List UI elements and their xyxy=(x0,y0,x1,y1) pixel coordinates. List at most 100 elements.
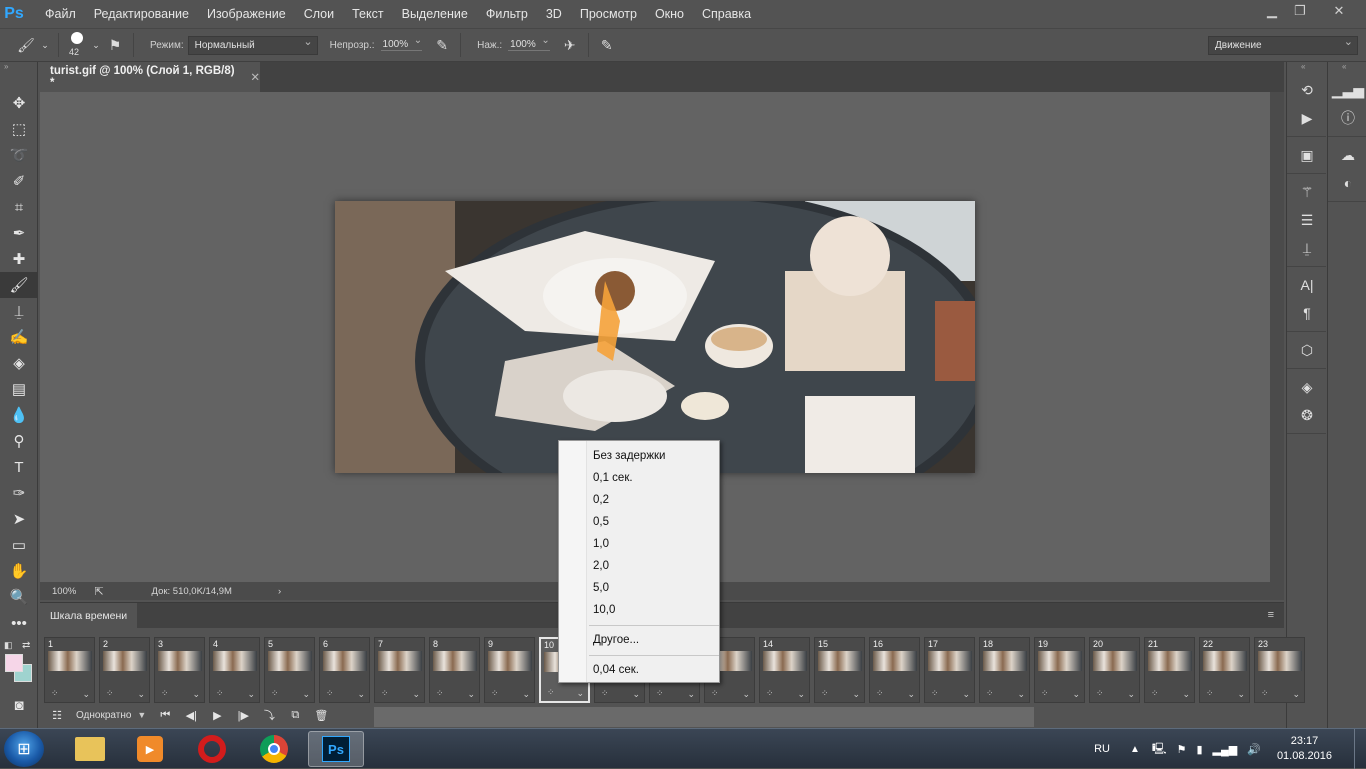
frame-delay-icon[interactable]: ⁘ xyxy=(381,688,389,699)
brush-presets-icon[interactable]: ⚚ xyxy=(1287,178,1327,206)
type-tool-icon[interactable]: T xyxy=(0,454,38,480)
channels-icon[interactable]: ❂ xyxy=(1287,401,1327,429)
chevron-down-icon[interactable]: ⌄ xyxy=(632,689,640,700)
timeline-frame[interactable]: 19 ⁘ ⌄ xyxy=(1034,637,1085,703)
signal-icon[interactable]: ▂▄▆ xyxy=(1213,743,1238,756)
show-desktop-button[interactable] xyxy=(1354,729,1366,769)
timeline-frame[interactable]: 20 ⁘ ⌄ xyxy=(1089,637,1140,703)
start-button[interactable]: ⊞ xyxy=(4,731,44,767)
frame-delay-icon[interactable]: ⁘ xyxy=(1151,688,1159,699)
chevron-down-icon[interactable]: ⌄ xyxy=(852,689,860,700)
size-pressure-icon[interactable]: ✎ xyxy=(595,33,619,57)
clone-source-icon[interactable]: ⍊ xyxy=(1287,234,1327,262)
frame-delay-icon[interactable]: ⁘ xyxy=(1261,688,1269,699)
color-swatches[interactable]: ◧ ⇄ xyxy=(0,636,37,692)
frame-delay-icon[interactable]: ⁘ xyxy=(986,688,994,699)
volume-icon[interactable]: 🔊 xyxy=(1247,743,1261,756)
timeline-frame[interactable]: 5 ⁘ ⌄ xyxy=(264,637,315,703)
convert-timeline-icon[interactable]: ☷ xyxy=(44,704,70,726)
layer-comps-icon[interactable]: ▣ xyxy=(1287,141,1327,169)
delete-frame-icon[interactable]: 🗑 xyxy=(308,704,334,726)
timeline-frame[interactable]: 23 ⁘ ⌄ xyxy=(1254,637,1305,703)
frame-delay-icon[interactable]: ⁘ xyxy=(271,688,279,699)
document-image[interactable] xyxy=(335,201,975,473)
chevron-down-icon[interactable]: ▼ xyxy=(137,710,146,720)
brush-panel-toggle-icon[interactable]: ⚑ xyxy=(103,33,127,57)
chevron-down-icon[interactable]: ⌄ xyxy=(82,689,90,700)
blur-tool-icon[interactable]: 💧 xyxy=(0,402,38,428)
frame-delay-icon[interactable]: ⁘ xyxy=(436,688,444,699)
gradient-tool-icon[interactable]: ▤ xyxy=(0,376,38,402)
frame-delay-icon[interactable]: ⁘ xyxy=(491,688,499,699)
stamp-tool-icon[interactable]: ⍊ xyxy=(0,298,38,324)
previous-frame-icon[interactable]: ◀| xyxy=(178,704,204,726)
chrome-icon[interactable] xyxy=(246,731,302,767)
frame-delay-icon[interactable]: ⁘ xyxy=(547,687,555,698)
opacity-pressure-icon[interactable]: ✎ xyxy=(430,33,454,57)
menu-item-1-0[interactable]: 1,0 xyxy=(593,533,717,555)
brush-tool-preset-icon[interactable]: 🖌 xyxy=(14,33,38,57)
chevron-down-icon[interactable]: ⌄ xyxy=(412,689,420,700)
opera-icon[interactable] xyxy=(184,731,240,767)
menu-view[interactable]: Просмотр xyxy=(571,0,646,28)
chevron-down-icon[interactable]: ⌄ xyxy=(522,689,530,700)
close-icon[interactable]: ✕ xyxy=(1314,0,1364,22)
swap-colors-icon[interactable]: ⇄ xyxy=(22,640,30,651)
paragraph-icon[interactable]: ¶ xyxy=(1287,299,1327,327)
libraries-icon[interactable]: ☁ xyxy=(1328,141,1366,169)
menu-file[interactable]: Файл xyxy=(36,0,85,28)
chevron-down-icon[interactable]: ⌄ xyxy=(357,689,365,700)
battery-icon[interactable]: ▮ xyxy=(1196,743,1202,756)
action-center-flag-icon[interactable]: ⚑ xyxy=(1177,743,1187,756)
timeline-tab[interactable]: Шкала времени xyxy=(40,603,138,628)
frame-delay-icon[interactable]: ⁘ xyxy=(326,688,334,699)
default-colors-icon[interactable]: ◧ xyxy=(4,640,13,651)
more-tools-icon[interactable]: ••• xyxy=(0,610,38,636)
chevron-down-icon[interactable]: ⌄ xyxy=(742,689,750,700)
brush-settings-icon[interactable]: ☰ xyxy=(1287,206,1327,234)
chevron-down-icon[interactable]: ⌄ xyxy=(302,689,310,700)
next-frame-icon[interactable]: |▶ xyxy=(230,704,256,726)
menu-item-0-1[interactable]: 0,1 сек. xyxy=(593,467,717,489)
dodge-tool-icon[interactable]: ⚲ xyxy=(0,428,38,454)
healing-tool-icon[interactable]: ✚ xyxy=(0,246,38,272)
frame-delay-icon[interactable]: ⁘ xyxy=(1096,688,1104,699)
chevron-down-icon[interactable]: ⌄ xyxy=(907,689,915,700)
zoom-tool-icon[interactable]: 🔍 xyxy=(0,584,38,610)
explorer-icon[interactable] xyxy=(62,731,118,767)
frame-delay-icon[interactable]: ⁘ xyxy=(51,688,59,699)
menu-item-0-2[interactable]: 0,2 xyxy=(593,489,717,511)
timeline-scrollbar[interactable] xyxy=(374,707,1034,727)
timeline-frame[interactable]: 15 ⁘ ⌄ xyxy=(814,637,865,703)
pen-tool-icon[interactable]: ✑ xyxy=(0,480,38,506)
menu-filter[interactable]: Фильтр xyxy=(477,0,537,28)
chevron-down-icon[interactable]: ⌄ xyxy=(467,689,475,700)
opacity-input[interactable]: 100% xyxy=(380,35,423,51)
network-device-icon[interactable]: 🖳 xyxy=(1152,740,1167,759)
collapse-icon[interactable]: « xyxy=(1287,62,1326,72)
menu-edit[interactable]: Редактирование xyxy=(85,0,198,28)
menu-help[interactable]: Справка xyxy=(693,0,760,28)
timeline-frame[interactable]: 18 ⁘ ⌄ xyxy=(979,637,1030,703)
timeline-frame[interactable]: 9 ⁘ ⌄ xyxy=(484,637,535,703)
actions-play-icon[interactable]: ▶ xyxy=(1287,104,1327,132)
timeline-frame[interactable]: 17 ⁘ ⌄ xyxy=(924,637,975,703)
quick-select-tool-icon[interactable]: ✐ xyxy=(0,168,38,194)
frame-delay-icon[interactable]: ⁘ xyxy=(1206,688,1214,699)
menu-item-5-0[interactable]: 5,0 xyxy=(593,577,717,599)
timeline-frame[interactable]: 21 ⁘ ⌄ xyxy=(1144,637,1195,703)
chevron-down-icon[interactable]: ⌄ xyxy=(38,33,52,57)
language-indicator[interactable]: RU xyxy=(1094,743,1110,755)
menu-item-10-0[interactable]: 10,0 xyxy=(593,599,717,621)
frame-delay-icon[interactable]: ⁘ xyxy=(1041,688,1049,699)
clock[interactable]: 23:17 01.08.2016 xyxy=(1277,734,1332,764)
frame-delay-icon[interactable]: ⁘ xyxy=(216,688,224,699)
move-tool-icon[interactable]: ✥ xyxy=(0,90,38,116)
minimize-icon[interactable]: ▁ xyxy=(1258,0,1286,22)
airbrush-icon[interactable]: ✈ xyxy=(558,33,582,57)
chevron-down-icon[interactable]: ⌄ xyxy=(1017,689,1025,700)
menu-item-no-delay[interactable]: Без задержки xyxy=(593,445,717,467)
collapse-icon[interactable]: » xyxy=(0,62,37,72)
frame-delay-icon[interactable]: ⁘ xyxy=(161,688,169,699)
timeline-frame[interactable]: 8 ⁘ ⌄ xyxy=(429,637,480,703)
